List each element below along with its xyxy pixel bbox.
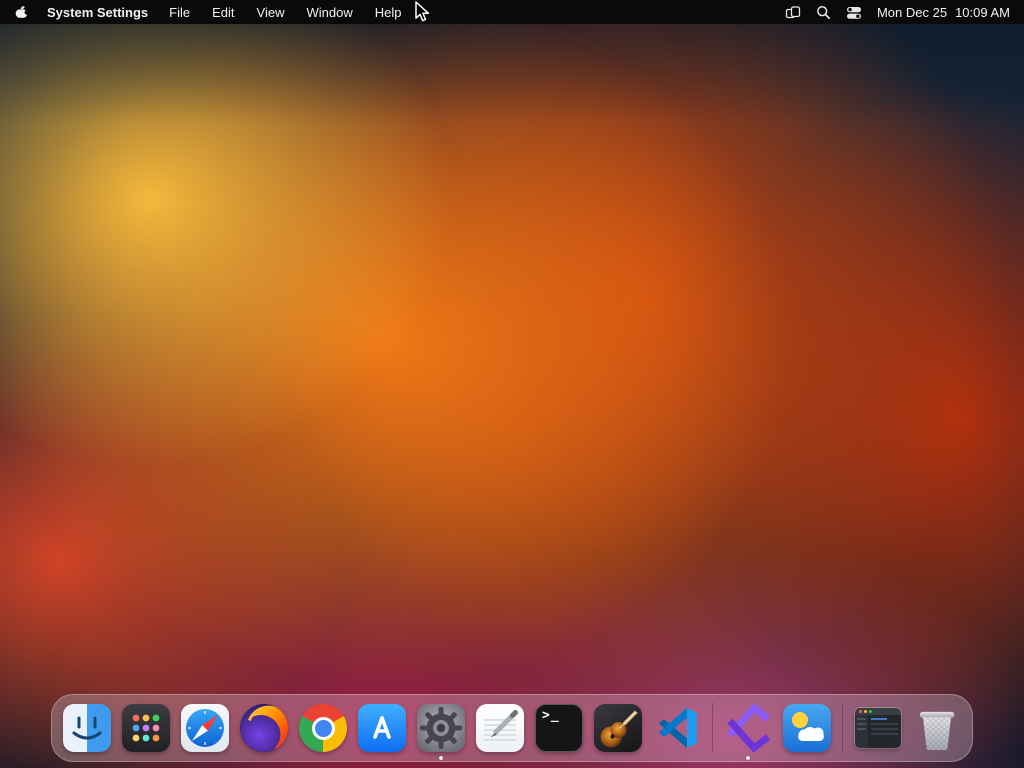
dock-item-chrome[interactable] (297, 702, 349, 754)
thumbnail-min-dot (864, 710, 867, 713)
dock-item-weather[interactable] (781, 702, 833, 754)
running-indicator (439, 756, 443, 760)
menu-bar: System Settings File Edit View Window He… (0, 0, 1024, 24)
clock-time: 10:09 AM (955, 4, 1010, 20)
dock-container: >_ (0, 694, 1024, 762)
thumbnail-content (868, 715, 901, 748)
dock-item-firefox[interactable] (238, 702, 290, 754)
dock-item-trash[interactable] (911, 702, 963, 754)
dock-item-textedit[interactable] (474, 702, 526, 754)
dock-item-visual-studio[interactable] (722, 702, 774, 760)
thumbnail-close-dot (859, 710, 862, 713)
window-stack-icon[interactable] (785, 5, 801, 20)
dock-separator (842, 703, 843, 753)
textedit-icon (476, 704, 524, 752)
chrome-icon (299, 704, 347, 752)
dock-item-minimized-window[interactable] (852, 702, 904, 754)
trash-icon (919, 711, 955, 750)
menu-window[interactable]: Window (295, 5, 363, 20)
dock-separator (712, 703, 713, 753)
control-center-icon[interactable] (846, 5, 862, 20)
menu-file[interactable]: File (158, 5, 201, 20)
dock-item-app-store[interactable] (356, 702, 408, 754)
app-store-icon (358, 704, 406, 752)
thumbnail-body (855, 715, 901, 748)
weather-icon (783, 704, 831, 752)
terminal-prompt-glyph: >_ (542, 708, 560, 723)
apple-icon (15, 5, 29, 18)
dock-item-finder[interactable] (61, 702, 113, 754)
active-app-name[interactable]: System Settings (37, 5, 158, 20)
dock-item-garageband[interactable] (592, 702, 644, 754)
menu-view[interactable]: View (246, 5, 296, 20)
dock-item-launchpad[interactable] (120, 702, 172, 754)
desktop-wallpaper (0, 0, 1024, 768)
menu-bar-left: System Settings File Edit View Window He… (14, 4, 412, 21)
garageband-icon (594, 704, 642, 752)
menu-bar-status: Mon Dec 25 10:09 AM (785, 5, 1010, 20)
running-indicator (746, 756, 750, 760)
thumbnail-zoom-dot (869, 710, 872, 713)
thumbnail-titlebar (855, 708, 901, 715)
firefox-icon (240, 704, 288, 752)
launchpad-icon (122, 704, 170, 752)
finder-icon (63, 704, 111, 752)
chrome-icon-center (314, 719, 332, 737)
dock-item-safari[interactable] (179, 702, 231, 754)
system-settings-icon (417, 704, 465, 752)
visual-studio-icon (727, 704, 771, 752)
minimized-window-thumbnail (855, 708, 901, 748)
terminal-icon: >_ (535, 704, 583, 752)
vscode-icon (659, 708, 697, 748)
menu-help[interactable]: Help (364, 5, 413, 20)
dock-item-vscode[interactable] (651, 702, 703, 754)
clock-date: Mon Dec 25 (876, 4, 948, 20)
safari-icon (181, 704, 229, 752)
spotlight-search-icon[interactable] (816, 5, 831, 20)
menu-bar-clock[interactable]: Mon Dec 25 10:09 AM (877, 5, 1010, 20)
dock-item-terminal[interactable]: >_ (533, 702, 585, 754)
apple-menu[interactable] (14, 4, 37, 21)
thumbnail-sidebar (855, 715, 868, 748)
menu-edit[interactable]: Edit (201, 5, 245, 20)
dock: >_ (51, 694, 973, 762)
dock-item-system-settings[interactable] (415, 702, 467, 760)
